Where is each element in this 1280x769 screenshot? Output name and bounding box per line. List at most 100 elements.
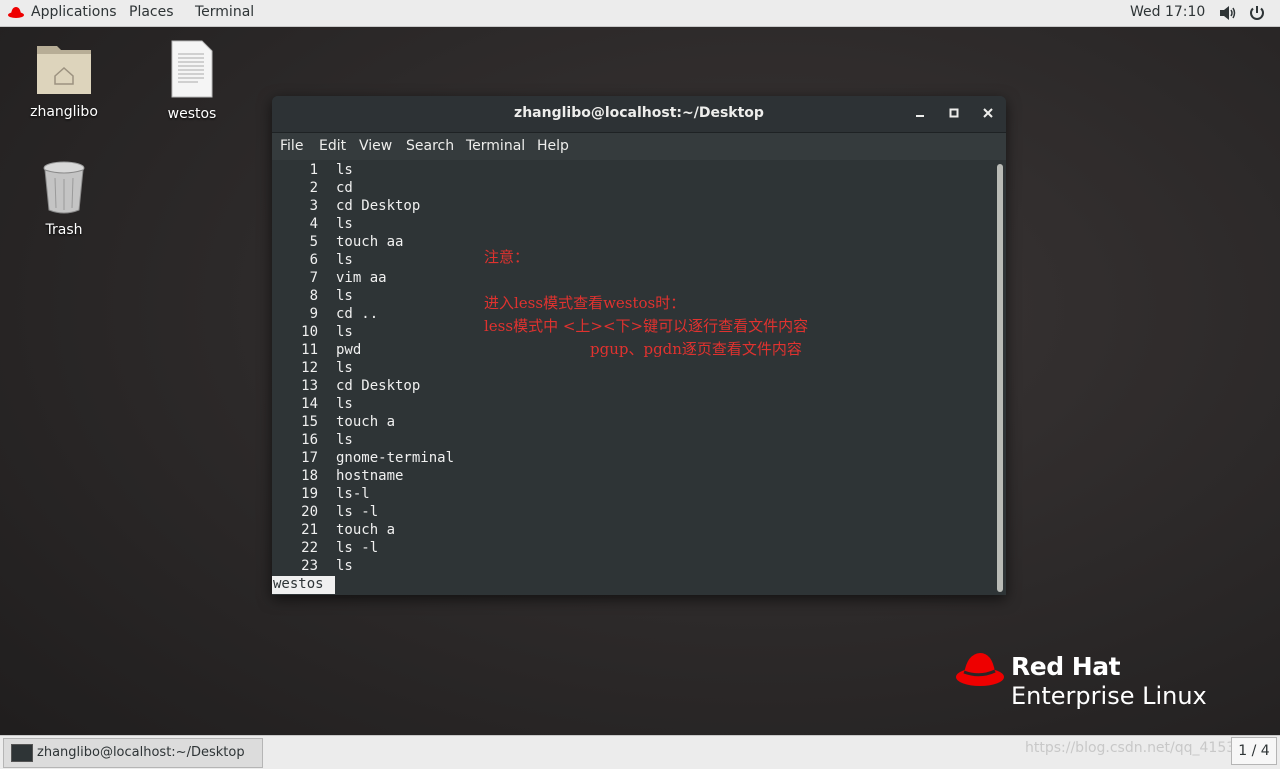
power-icon[interactable] [1249, 5, 1265, 25]
terminal-app-menu[interactable]: Terminal [195, 4, 254, 20]
history-line: 18 hostname [272, 468, 403, 486]
line-number: 19 [301, 486, 318, 502]
command-text: ls [336, 396, 353, 412]
command-text: cd [336, 180, 353, 196]
title-bar[interactable]: zhanglibo@localhost:~/Desktop [272, 96, 1006, 133]
line-number: 3 [309, 198, 318, 214]
command-text: ls [336, 324, 353, 340]
history-line: 3 cd Desktop [272, 198, 421, 216]
history-line: 5 touch aa [272, 234, 404, 252]
line-number: 16 [301, 432, 318, 448]
command-text: ls [336, 432, 353, 448]
terminal-window[interactable]: zhanglibo@localhost:~/Desktop File Edit … [272, 96, 1006, 595]
command-text: cd Desktop [336, 198, 421, 214]
text-file-icon [170, 40, 214, 102]
command-text: pwd [336, 342, 362, 358]
terminal-icon [11, 744, 33, 762]
line-number: 2 [309, 180, 318, 196]
top-bar: Applications Places Terminal Wed 17:10 [0, 0, 1280, 27]
line-number: 7 [309, 270, 318, 286]
command-text: ls [336, 360, 353, 376]
history-line: 22 ls -l [272, 540, 378, 558]
less-status-line: westos [272, 576, 335, 594]
home-folder-icon [35, 46, 93, 100]
line-number: 5 [309, 234, 318, 250]
menu-terminal[interactable]: Terminal [466, 138, 525, 154]
line-number: 17 [301, 450, 318, 466]
redhat-logo: Red Hat Enterprise Linux [955, 650, 1207, 710]
redhat-hat-icon [955, 653, 1005, 694]
clock[interactable]: Wed 17:10 [1130, 4, 1205, 20]
annotation-text: pgup、pgdn逐页查看文件内容 [590, 340, 802, 358]
desktop-icon-label: westos [167, 106, 217, 122]
menu-view[interactable]: View [359, 138, 392, 154]
close-icon[interactable] [978, 104, 998, 124]
line-number: 20 [301, 504, 318, 520]
history-line: 8 ls [272, 288, 353, 306]
history-line: 15 touch a [272, 414, 395, 432]
command-text: ls [336, 162, 353, 178]
history-line: 1 ls [272, 162, 353, 180]
history-line: 14 ls [272, 396, 353, 414]
rhel-wordmark: Enterprise Linux [1011, 682, 1207, 710]
desktop-icon-label: zhanglibo [30, 104, 98, 120]
annotation-text: less模式中 <上><下>键可以逐行查看文件内容 [484, 317, 809, 335]
history-line: 19 ls-l [272, 486, 370, 504]
line-number: 10 [301, 324, 318, 340]
watermark: https://blog.csdn.net/qq_4153 [1025, 740, 1236, 756]
command-text: ls [336, 216, 353, 232]
menu-help[interactable]: Help [537, 138, 569, 154]
taskbar-window-label: zhanglibo@localhost:~/Desktop [37, 745, 245, 760]
menu-edit[interactable]: Edit [319, 138, 346, 154]
command-text: touch aa [336, 234, 404, 250]
command-text: cd Desktop [336, 378, 421, 394]
line-number: 8 [309, 288, 318, 304]
desktop-icon-label: Trash [45, 222, 83, 238]
trash-icon [41, 161, 87, 218]
command-text: ls [336, 288, 353, 304]
line-number: 23 [301, 558, 318, 574]
command-text: ls -l [336, 504, 379, 520]
line-number: 11 [301, 342, 318, 358]
annotation-text: 注意： [484, 248, 530, 266]
history-line: 10 ls [272, 324, 353, 342]
maximize-icon[interactable] [944, 104, 964, 124]
places-menu[interactable]: Places [129, 4, 174, 20]
line-number: 12 [301, 360, 318, 376]
line-number: 6 [309, 252, 318, 268]
line-number: 18 [301, 468, 318, 484]
line-number: 15 [301, 414, 318, 430]
line-number: 1 [309, 162, 318, 178]
line-number: 4 [309, 216, 318, 232]
minimize-icon[interactable] [910, 104, 930, 124]
workspace-switcher[interactable]: 1 / 4 [1231, 737, 1277, 765]
command-text: cd .. [336, 306, 379, 322]
history-line: 7 vim aa [272, 270, 387, 288]
command-text: ls -l [336, 540, 379, 556]
menu-file[interactable]: File [280, 138, 303, 154]
desktop-icon-trash[interactable]: Trash [14, 160, 114, 238]
terminal-content[interactable]: 1 ls 2 cd 3 cd Desktop 4 ls 5 touch aa 6 ls 7 vim aa 8… [272, 160, 996, 595]
command-text: ls [336, 252, 353, 268]
history-line: 13 cd Desktop [272, 378, 420, 396]
desktop-icon-westos[interactable]: westos [142, 40, 242, 122]
history-line: 12 ls [272, 360, 353, 378]
window-title: zhanglibo@localhost:~/Desktop [514, 105, 764, 121]
command-text: ls [336, 558, 353, 574]
taskbar-window-button[interactable]: zhanglibo@localhost:~/Desktop [3, 738, 263, 768]
history-line: 17 gnome-terminal [272, 450, 454, 468]
line-number: 22 [301, 540, 318, 556]
history-line: 20 ls -l [272, 504, 378, 522]
command-text: hostname [336, 468, 404, 484]
line-number: 9 [309, 306, 318, 322]
command-text: ls-l [336, 486, 370, 502]
volume-icon[interactable] [1219, 5, 1237, 25]
history-line: 21 touch a [272, 522, 395, 540]
scrollbar[interactable] [997, 164, 1003, 592]
history-line: 9 cd .. [272, 306, 379, 324]
menu-bar: File Edit View Search Terminal Help [272, 133, 1006, 160]
menu-search[interactable]: Search [406, 138, 454, 154]
history-line: 6 ls [272, 252, 353, 270]
applications-menu[interactable]: Applications [31, 4, 117, 20]
desktop-icon-home[interactable]: zhanglibo [14, 40, 114, 120]
